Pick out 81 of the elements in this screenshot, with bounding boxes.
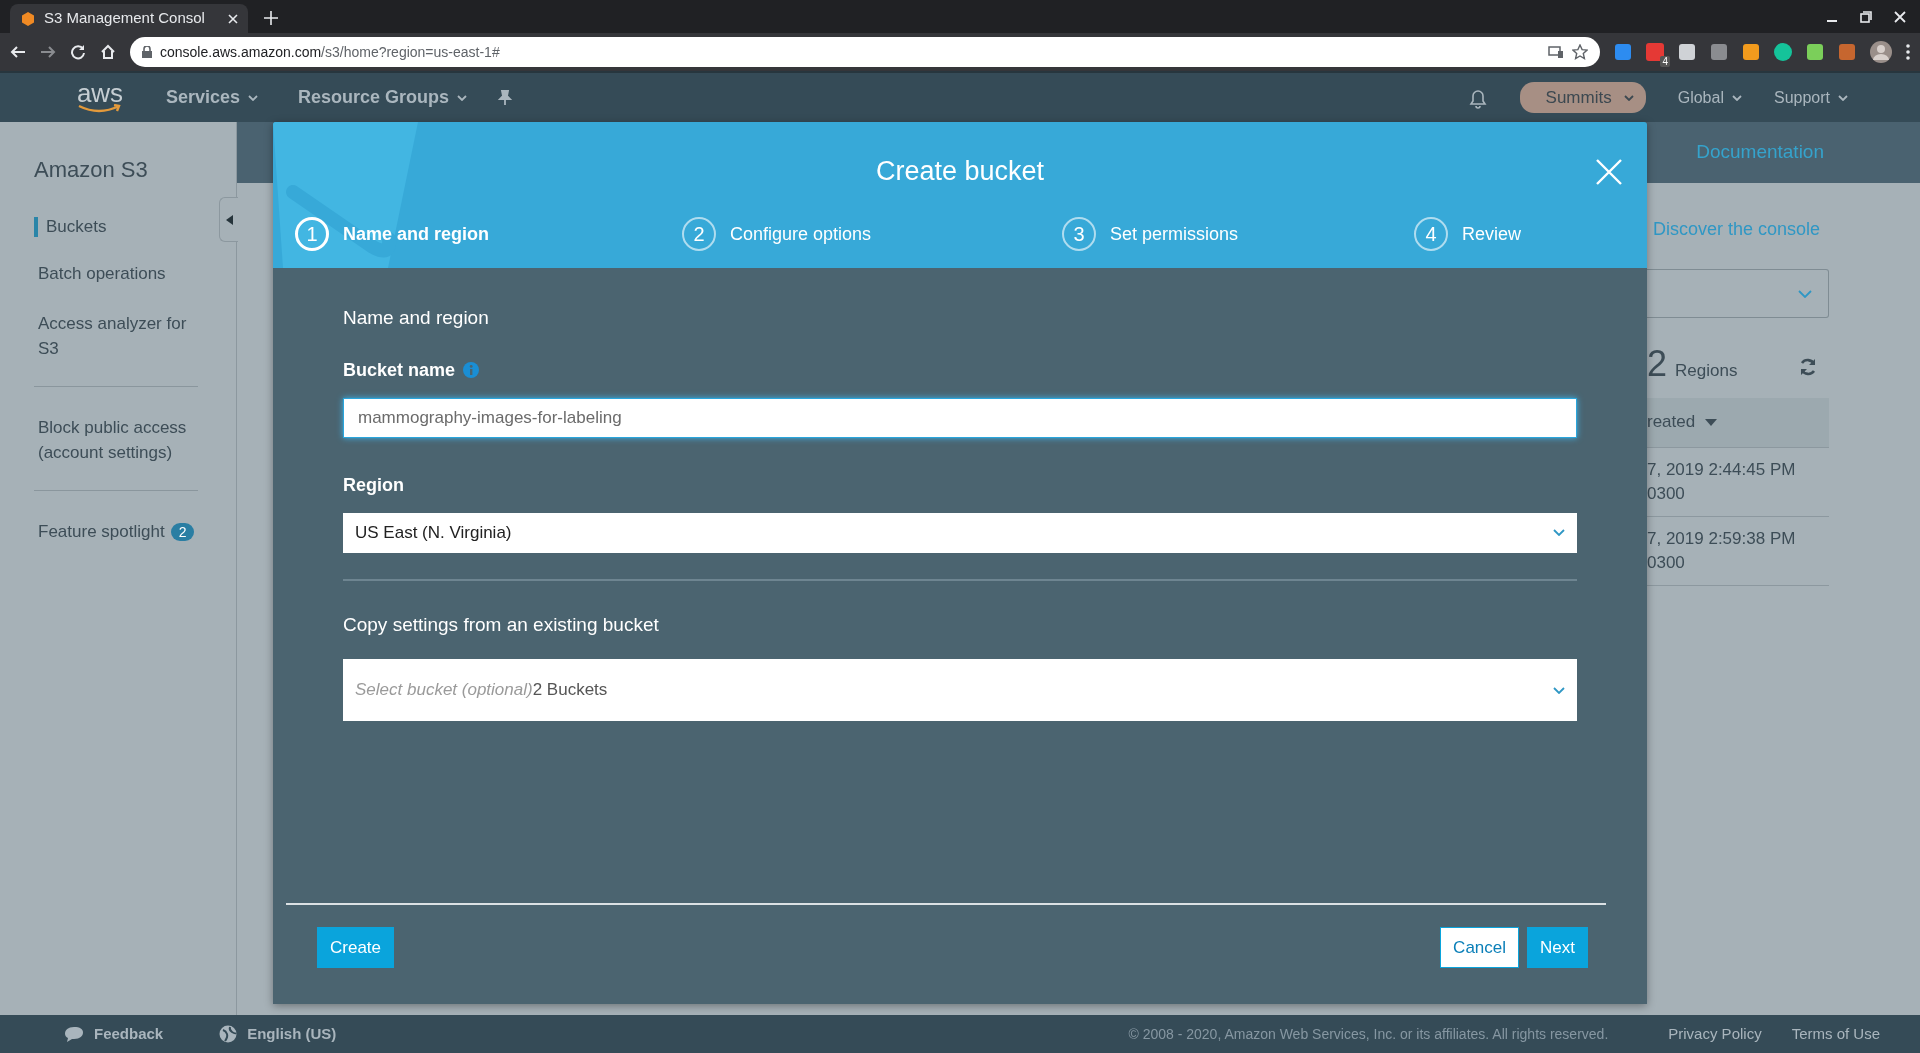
sidebar-item[interactable]: Block public access (account settings) bbox=[34, 414, 198, 490]
caret-icon bbox=[1623, 94, 1634, 101]
chat-icon bbox=[64, 1025, 84, 1043]
close-icon bbox=[1596, 159, 1622, 185]
nav-menu[interactable]: Support bbox=[1773, 85, 1848, 110]
sidebar-item[interactable]: Feature spotlight 2 bbox=[34, 518, 198, 569]
pin-icon[interactable] bbox=[497, 89, 514, 106]
globe-icon bbox=[219, 1025, 238, 1043]
action-button[interactable]: Cancel bbox=[1440, 926, 1520, 968]
close-icon[interactable] bbox=[228, 13, 238, 24]
chevron-icon bbox=[1798, 289, 1812, 298]
section-title: Copy settings from an existing bucket bbox=[343, 612, 660, 637]
more-icon[interactable] bbox=[1906, 44, 1910, 60]
sidebar-item[interactable]: Batch operations bbox=[34, 261, 198, 311]
reload-icon[interactable] bbox=[70, 44, 86, 60]
regions-label: Regions bbox=[1675, 360, 1738, 382]
wizard-step[interactable]: 1 Name and region bbox=[295, 217, 682, 252]
footer-link[interactable]: Privacy Policy bbox=[1668, 1022, 1762, 1046]
extension-icon[interactable] bbox=[1774, 43, 1792, 61]
action-button[interactable]: Next bbox=[1527, 926, 1588, 968]
extension-icon[interactable] bbox=[1742, 43, 1760, 61]
cube-icon bbox=[20, 10, 36, 27]
restore-icon[interactable] bbox=[1860, 10, 1872, 23]
caret-icon bbox=[1731, 94, 1742, 101]
table-cell-text: 7, 2019 2:59:38 PM 0300 bbox=[1647, 527, 1797, 574]
wizard-step[interactable]: 4 Review bbox=[1414, 217, 1647, 252]
field-label: Region bbox=[343, 473, 404, 497]
sidebar-title: Amazon S3 bbox=[34, 157, 149, 184]
nav-menu[interactable]: Resource Groups bbox=[298, 84, 468, 111]
extension-icon[interactable] bbox=[1710, 43, 1728, 61]
new-tab-icon[interactable] bbox=[264, 11, 278, 25]
forward-icon[interactable] bbox=[40, 44, 56, 60]
chevron-icon bbox=[1553, 529, 1565, 536]
nav-menu[interactable]: Global bbox=[1677, 85, 1742, 110]
column-header[interactable]: reated bbox=[1647, 397, 1829, 448]
nav-menu[interactable]: Services bbox=[166, 84, 259, 111]
extension-icon[interactable] bbox=[1806, 43, 1824, 61]
close-button[interactable] bbox=[1596, 159, 1622, 185]
action-button[interactable]: Create bbox=[317, 926, 395, 968]
footer-link[interactable]: Terms of Use bbox=[1791, 1022, 1880, 1046]
account-menu[interactable]: Summits bbox=[1519, 81, 1646, 114]
table-cell-text: 7, 2019 2:44:45 PM 0300 bbox=[1647, 458, 1797, 505]
address-bar[interactable]: console.aws.amazon.com/s3/home?region=us-east-1# bbox=[130, 37, 1600, 67]
cast-icon[interactable] bbox=[1548, 45, 1564, 59]
caret-icon bbox=[457, 94, 468, 101]
wizard-step[interactable]: 2 Configure options bbox=[682, 217, 1062, 252]
home-icon[interactable] bbox=[100, 44, 116, 60]
dialog-title: Create bucket bbox=[875, 155, 1045, 188]
url-text: console.aws.amazon.com/s3/home?region=us-east-1# bbox=[160, 42, 500, 62]
caret-icon bbox=[248, 94, 259, 101]
avatar-icon[interactable] bbox=[1870, 41, 1892, 63]
collapse-icon bbox=[225, 214, 233, 225]
field-label: Bucket name bbox=[343, 358, 456, 382]
copyright-text: © 2008 - 2020, Amazon Web Services, Inc. or its affiliates. All rights reserved. bbox=[1128, 1024, 1609, 1044]
section-title: Name and region bbox=[343, 306, 490, 330]
feedback-link[interactable]: Feedback bbox=[64, 1022, 164, 1046]
sidebar-item[interactable]: Buckets bbox=[34, 217, 198, 238]
sort-caret-icon bbox=[1705, 418, 1718, 426]
bucket-select[interactable]: Select bucket (optional)2 Buckets bbox=[343, 659, 1577, 721]
wizard-step[interactable]: 3 Set permissions bbox=[1062, 217, 1414, 252]
region-select[interactable]: US East (N. Virginia) bbox=[343, 512, 1577, 553]
chevron-icon bbox=[1553, 686, 1565, 694]
documentation-link[interactable]: Documentation bbox=[1696, 138, 1824, 167]
back-icon[interactable] bbox=[10, 44, 26, 60]
count-badge: 2 bbox=[170, 522, 195, 541]
refresh-icon[interactable] bbox=[1799, 358, 1818, 376]
sidebar-item[interactable]: Access analyzer for S3 bbox=[34, 310, 198, 386]
language-link[interactable]: English (US) bbox=[219, 1022, 337, 1046]
caret-icon bbox=[1838, 94, 1848, 101]
close-icon[interactable] bbox=[1894, 10, 1906, 23]
browser-tab[interactable]: S3 Management Consol bbox=[10, 4, 248, 33]
aws-logo[interactable]: aws bbox=[74, 81, 126, 114]
extension-badge: 4 bbox=[1660, 56, 1670, 67]
star-icon[interactable] bbox=[1572, 44, 1588, 60]
input-field[interactable]: mammography-images-for-labeling bbox=[343, 397, 1577, 438]
region-count: 2 bbox=[1647, 346, 1668, 382]
extension-icon[interactable] bbox=[1614, 43, 1632, 61]
lock-icon bbox=[142, 46, 152, 58]
collapse-handle[interactable] bbox=[219, 197, 238, 242]
dropdown-field[interactable] bbox=[1647, 269, 1829, 318]
extension-icon[interactable] bbox=[1678, 43, 1696, 61]
